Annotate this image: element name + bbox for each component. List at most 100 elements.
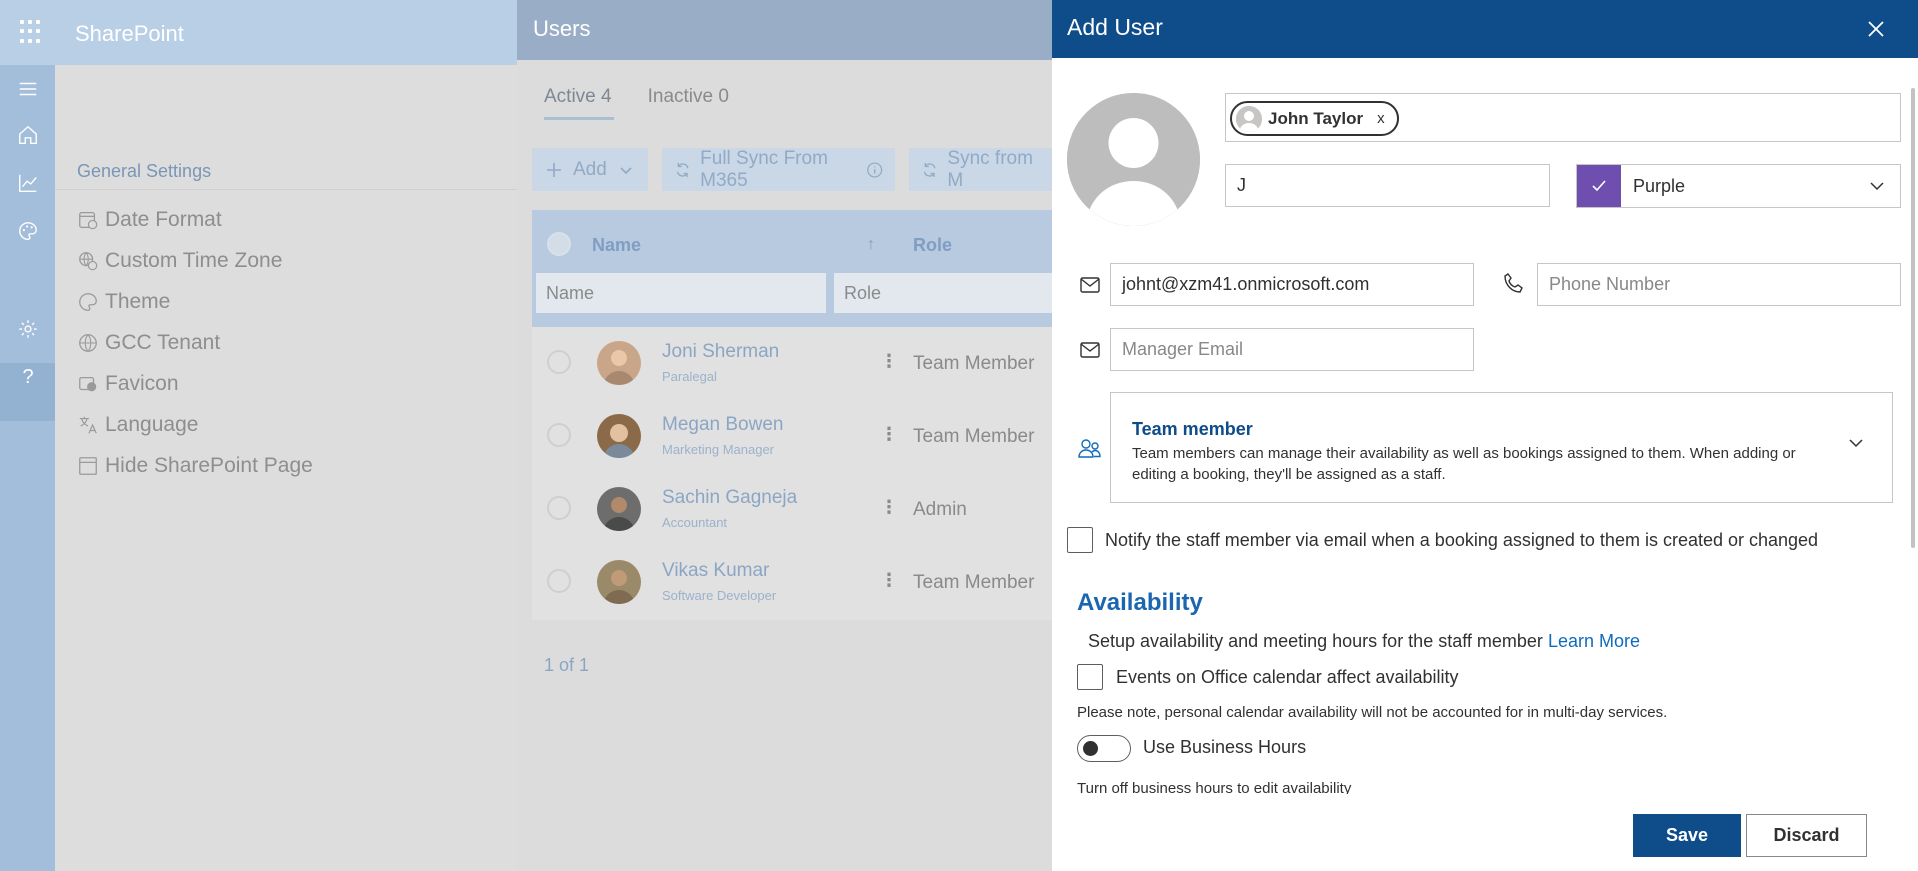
email-field[interactable]: johnt@xzm41.onmicrosoft.com bbox=[1110, 263, 1474, 306]
settings-item-theme[interactable]: Theme bbox=[77, 290, 170, 314]
row-checkbox[interactable] bbox=[547, 350, 571, 374]
toggle-knob bbox=[1083, 741, 1098, 756]
column-header-name[interactable]: Name bbox=[592, 235, 641, 256]
discard-button[interactable]: Discard bbox=[1746, 814, 1867, 857]
menu-icon[interactable] bbox=[14, 75, 42, 103]
info-icon bbox=[866, 161, 882, 178]
add-user-dialog: Add User John Taylor x J Purple johnt@xz… bbox=[1052, 0, 1918, 871]
user-photo[interactable] bbox=[1067, 93, 1200, 226]
settings-item-language[interactable]: Language bbox=[77, 413, 198, 437]
office-calendar-label: Events on Office calendar affect availab… bbox=[1116, 667, 1459, 687]
row-checkbox[interactable] bbox=[547, 423, 571, 447]
scrollbar-thumb[interactable] bbox=[1911, 88, 1915, 548]
row-menu-icon[interactable]: ⋮ bbox=[880, 351, 898, 372]
palette-icon bbox=[77, 291, 99, 313]
persona-chip[interactable]: John Taylor x bbox=[1230, 101, 1399, 136]
color-dropdown[interactable]: Purple bbox=[1576, 164, 1901, 208]
user-title: Accountant bbox=[662, 515, 728, 530]
save-button[interactable]: Save bbox=[1633, 814, 1741, 857]
people-picker-input[interactable]: John Taylor x bbox=[1225, 93, 1901, 142]
table-row[interactable]: Vikas Kumar Software Developer ⋮ Team Me… bbox=[532, 546, 1052, 619]
column-header-role[interactable]: Role bbox=[913, 235, 952, 256]
row-checkbox[interactable] bbox=[547, 496, 571, 520]
color-label: Purple bbox=[1633, 175, 1686, 196]
role-dropdown[interactable]: Team member Team members can manage thei… bbox=[1110, 392, 1893, 503]
users-tabs: Active 4 Inactive 0 bbox=[544, 86, 729, 120]
globe-icon bbox=[77, 332, 99, 354]
plus-icon bbox=[547, 162, 561, 177]
tab-inactive[interactable]: Inactive 0 bbox=[648, 86, 729, 120]
user-name[interactable]: Vikas Kumar bbox=[662, 560, 769, 582]
calendar-clock-icon bbox=[77, 209, 99, 231]
sharepoint-brand[interactable]: SharePoint bbox=[75, 21, 184, 47]
settings-item-label: GCC Tenant bbox=[105, 331, 221, 354]
settings-item-custom-time-zone[interactable]: Custom Time Zone bbox=[77, 249, 282, 273]
initials-field[interactable]: J bbox=[1225, 164, 1550, 207]
language-icon bbox=[77, 414, 99, 436]
row-menu-icon[interactable]: ⋮ bbox=[880, 570, 898, 591]
row-checkbox[interactable] bbox=[547, 569, 571, 593]
home-icon[interactable] bbox=[14, 121, 42, 149]
phone-number-field[interactable]: Phone Number bbox=[1537, 263, 1901, 306]
settings-item-hide-sharepoint-page[interactable]: Hide SharePoint Page bbox=[77, 454, 313, 478]
user-role: Team Member bbox=[913, 572, 1035, 593]
office-calendar-checkbox[interactable] bbox=[1077, 664, 1103, 690]
people-icon bbox=[1076, 435, 1104, 463]
business-hours-label: Use Business Hours bbox=[1143, 737, 1307, 757]
dialog-title: Add User bbox=[1067, 14, 1163, 40]
select-all-checkbox[interactable] bbox=[547, 232, 571, 256]
gear-icon[interactable] bbox=[14, 315, 42, 343]
full-sync-button[interactable]: Full Sync From M365 bbox=[661, 147, 896, 191]
user-name[interactable]: Sachin Gagneja bbox=[662, 487, 797, 509]
general-settings-panel: General Settings Date Format Custom Time… bbox=[55, 65, 517, 871]
sync-icon bbox=[923, 162, 936, 177]
tab-active[interactable]: Active 4 bbox=[544, 86, 614, 120]
help-icon[interactable]: ? bbox=[14, 363, 42, 391]
users-panel: Users Active 4 Inactive 0 Add Full Sync … bbox=[517, 0, 1052, 871]
chart-icon[interactable] bbox=[14, 169, 42, 197]
persona-name: John Taylor bbox=[1268, 108, 1364, 128]
table-row[interactable]: Joni Sherman Paralegal ⋮ Team Member bbox=[532, 327, 1052, 400]
settings-item-label: Theme bbox=[105, 290, 171, 313]
manager-email-field[interactable]: Manager Email bbox=[1110, 328, 1474, 371]
settings-item-favicon[interactable]: Favicon bbox=[77, 372, 179, 396]
dialog-header: Add User bbox=[1052, 0, 1918, 58]
close-icon[interactable] bbox=[1862, 15, 1890, 43]
add-user-button[interactable]: Add bbox=[532, 148, 648, 191]
settings-item-gcc-tenant[interactable]: GCC Tenant bbox=[77, 331, 220, 355]
settings-item-date-format[interactable]: Date Format bbox=[77, 208, 222, 232]
full-sync-label: Full Sync From M365 bbox=[700, 147, 828, 191]
row-menu-icon[interactable]: ⋮ bbox=[880, 497, 898, 518]
avatar bbox=[597, 414, 641, 458]
table-row[interactable]: Megan Bowen Marketing Manager ⋮ Team Mem… bbox=[532, 400, 1052, 473]
notify-checkbox[interactable] bbox=[1067, 527, 1093, 553]
business-hours-hint: Turn off business hours to edit availabi… bbox=[1077, 780, 1352, 794]
divider bbox=[55, 189, 517, 190]
role-description: Team members can manage their availabili… bbox=[1132, 445, 1796, 483]
business-hours-toggle[interactable] bbox=[1077, 735, 1131, 762]
availability-title: Availability bbox=[1077, 589, 1203, 616]
table-row[interactable]: Sachin Gagneja Accountant ⋮ Admin bbox=[532, 473, 1052, 546]
remove-person-icon[interactable]: x bbox=[1377, 110, 1385, 127]
palette-icon[interactable] bbox=[14, 217, 42, 245]
user-title: Marketing Manager bbox=[662, 442, 774, 457]
sync-icon bbox=[676, 162, 689, 177]
settings-item-label: Custom Time Zone bbox=[105, 249, 283, 272]
settings-item-label: Hide SharePoint Page bbox=[105, 454, 313, 477]
user-title: Software Developer bbox=[662, 588, 777, 603]
learn-more-link[interactable]: Learn More bbox=[1548, 631, 1640, 651]
checkmark-icon bbox=[1592, 180, 1606, 192]
row-menu-icon[interactable]: ⋮ bbox=[880, 424, 898, 445]
mail-icon bbox=[1077, 337, 1103, 363]
sort-ascending-icon[interactable]: ↑ bbox=[867, 236, 875, 254]
calendar-note: Please note, personal calendar availabil… bbox=[1077, 704, 1668, 721]
role-filter-input[interactable]: Role bbox=[834, 273, 1052, 313]
grid-header: Name ↑ Role Name Role bbox=[532, 210, 1052, 327]
name-filter-input[interactable]: Name bbox=[536, 273, 826, 313]
user-name[interactable]: Joni Sherman bbox=[662, 341, 779, 363]
app-launcher-icon[interactable] bbox=[20, 20, 44, 44]
person-icon bbox=[1236, 105, 1262, 132]
sync-from-button[interactable]: Sync from M bbox=[909, 148, 1052, 191]
scrollbar[interactable] bbox=[1909, 58, 1918, 548]
user-name[interactable]: Megan Bowen bbox=[662, 414, 783, 436]
